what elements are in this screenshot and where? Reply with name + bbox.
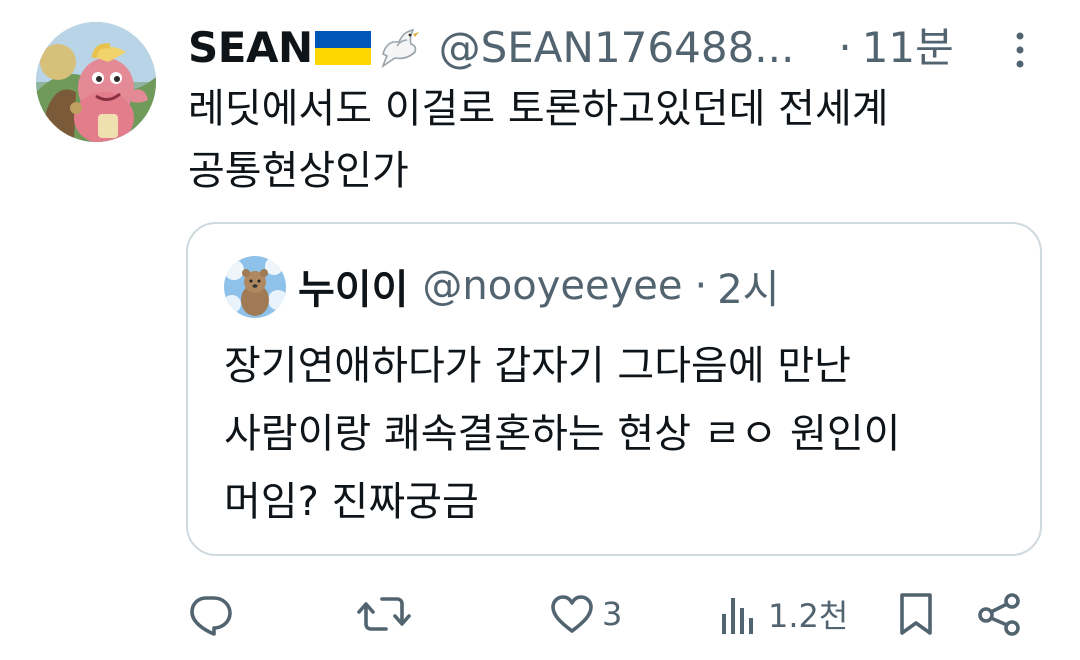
- views-button[interactable]: 1.2천: [718, 588, 848, 640]
- reply-icon: [190, 596, 232, 636]
- reply-button[interactable]: [186, 588, 240, 640]
- share-icon: [978, 593, 1020, 636]
- heart-icon: [551, 595, 593, 633]
- bookmark-icon: [900, 593, 932, 635]
- tweet-header: SEAN @SEAN176488... · 11분: [188, 18, 954, 78]
- repost-icon: [357, 597, 411, 631]
- quoted-timestamp: 2시: [717, 267, 780, 313]
- quoted-body-text: 장기연애하다가 갑자기 그다음에 만난 사람이랑 쾌속결혼하는 현상 ㄹㅇ 원인…: [224, 343, 901, 525]
- dove-icon: [381, 28, 419, 68]
- share-button[interactable]: [974, 588, 1026, 640]
- tweet[interactable]: SEAN @SEAN176488... · 11분 레딧에서도 이걸로 토론하고…: [0, 0, 1080, 660]
- tweet-body-text: 레딧에서도 이걸로 토론하고있던데 전세계 공통현상인가: [188, 86, 889, 194]
- quokka-avatar-image: [224, 256, 286, 318]
- quoted-tweet-header: 누이이 @nooyeeyee · 2시: [298, 258, 779, 314]
- views-count: 1.2천: [768, 597, 849, 635]
- bookmark-button[interactable]: [894, 588, 938, 640]
- quoted-handle: @nooyeeyee: [422, 263, 683, 309]
- more-vertical-icon[interactable]: [1008, 28, 1032, 72]
- author-handle[interactable]: @SEAN176488...: [439, 18, 795, 78]
- repost-button[interactable]: [356, 588, 418, 640]
- dragon-avatar-image: [36, 22, 156, 142]
- ukraine-flag-icon: [314, 31, 371, 65]
- header-separator: ·: [838, 23, 852, 72]
- like-count: 3: [602, 595, 623, 633]
- tweet-timestamp[interactable]: 11분: [862, 18, 954, 78]
- author-display-name[interactable]: SEAN: [188, 18, 313, 78]
- views-icon: [722, 598, 753, 634]
- quoted-author-avatar[interactable]: [224, 256, 286, 318]
- quoted-tweet-card[interactable]: 누이이 @nooyeeyee · 2시 장기연애하다가 갑자기 그다음에 만난 …: [186, 222, 1042, 556]
- quoted-header-separator: ·: [694, 263, 708, 309]
- author-avatar[interactable]: [36, 22, 156, 142]
- action-bar: 3 1.2천: [0, 582, 1080, 646]
- like-button[interactable]: 3: [548, 588, 622, 640]
- quoted-display-name: 누이이: [298, 267, 409, 313]
